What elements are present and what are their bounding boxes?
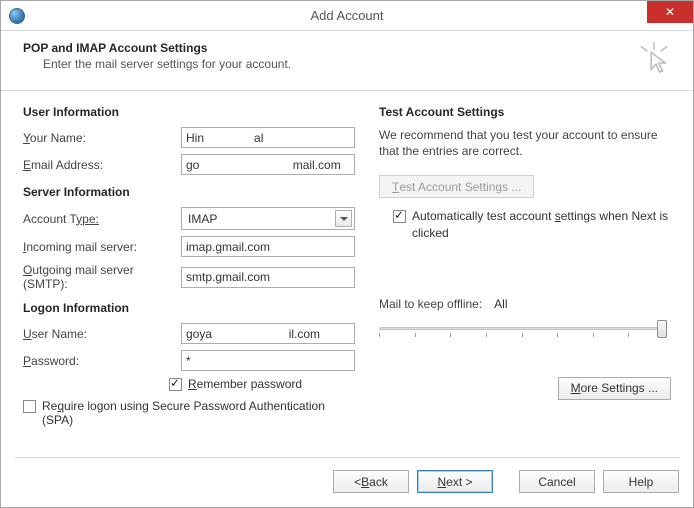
row-remember-password: Remember password (169, 377, 355, 391)
row-spa: Require logon using Secure Password Auth… (23, 399, 355, 427)
row-email: Email Address: (23, 154, 355, 175)
label-your-name: Your Name: (23, 131, 181, 145)
input-outgoing[interactable] (181, 267, 355, 288)
app-icon (9, 8, 25, 24)
label-password: Password: (23, 354, 181, 368)
page-subtitle: Enter the mail server settings for your … (43, 57, 291, 71)
label-incoming: Incoming mail server: (23, 240, 181, 254)
slider-track (379, 327, 665, 330)
row-outgoing: Outgoing mail server (SMTP): (23, 263, 355, 291)
label-auto-test: Automatically test account settings when… (412, 208, 671, 240)
checkbox-auto-test[interactable] (393, 210, 406, 223)
wizard-footer: < Back Next > Cancel Help (15, 457, 679, 493)
next-button[interactable]: Next > (417, 470, 493, 493)
row-username: User Name: (23, 323, 355, 344)
back-button[interactable]: < Back (333, 470, 409, 493)
label-account-type: Account Type: (23, 212, 181, 226)
label-remember-password: Remember password (188, 377, 302, 391)
more-settings-button[interactable]: More Settings ... (558, 377, 671, 400)
cancel-button[interactable]: Cancel (519, 470, 595, 493)
row-incoming: Incoming mail server: (23, 236, 355, 257)
input-username[interactable] (181, 323, 355, 344)
select-account-type[interactable]: IMAP (181, 207, 355, 230)
close-icon: ✕ (665, 5, 675, 19)
wizard-header: POP and IMAP Account Settings Enter the … (1, 31, 693, 91)
left-column: User Information Your Name: Email Addres… (23, 105, 355, 427)
row-your-name: Your Name: (23, 127, 355, 148)
section-test-settings: Test Account Settings (379, 105, 671, 119)
row-account-type: Account Type: IMAP (23, 207, 355, 230)
select-account-type-value: IMAP (188, 212, 217, 226)
slider-label: Mail to keep offline: (379, 297, 482, 311)
input-your-name[interactable] (181, 127, 355, 148)
label-outgoing: Outgoing mail server (SMTP): (23, 263, 181, 291)
test-settings-desc: We recommend that you test your account … (379, 127, 671, 159)
row-auto-test: Automatically test account settings when… (379, 208, 671, 240)
content: User Information Your Name: Email Addres… (1, 91, 693, 427)
slider-section: Mail to keep offline: All (379, 297, 671, 341)
help-button[interactable]: Help (603, 470, 679, 493)
mail-offline-slider[interactable] (379, 317, 665, 341)
checkbox-spa[interactable] (23, 400, 36, 413)
input-incoming[interactable] (181, 236, 355, 257)
window-title: Add Account (1, 8, 693, 23)
input-password[interactable] (181, 350, 355, 371)
slider-thumb[interactable] (657, 320, 667, 338)
section-user-info: User Information (23, 105, 355, 119)
input-email[interactable] (181, 154, 355, 175)
close-button[interactable]: ✕ (647, 1, 693, 23)
titlebar: Add Account ✕ (1, 1, 693, 31)
chevron-down-icon (335, 210, 352, 227)
label-spa: Require logon using Secure Password Auth… (42, 399, 355, 427)
row-password: Password: (23, 350, 355, 371)
slider-value: All (494, 297, 507, 311)
label-email: Email Address: (23, 158, 181, 172)
section-logon-info: Logon Information (23, 301, 355, 315)
label-username: User Name: (23, 327, 181, 341)
section-server-info: Server Information (23, 185, 355, 199)
page-title: POP and IMAP Account Settings (23, 41, 291, 55)
test-account-settings-button[interactable]: Test Account Settings ... (379, 175, 534, 198)
slider-ticks (379, 333, 665, 337)
right-column: Test Account Settings We recommend that … (379, 105, 671, 427)
cursor-icon (637, 41, 671, 78)
checkbox-remember-password[interactable] (169, 378, 182, 391)
